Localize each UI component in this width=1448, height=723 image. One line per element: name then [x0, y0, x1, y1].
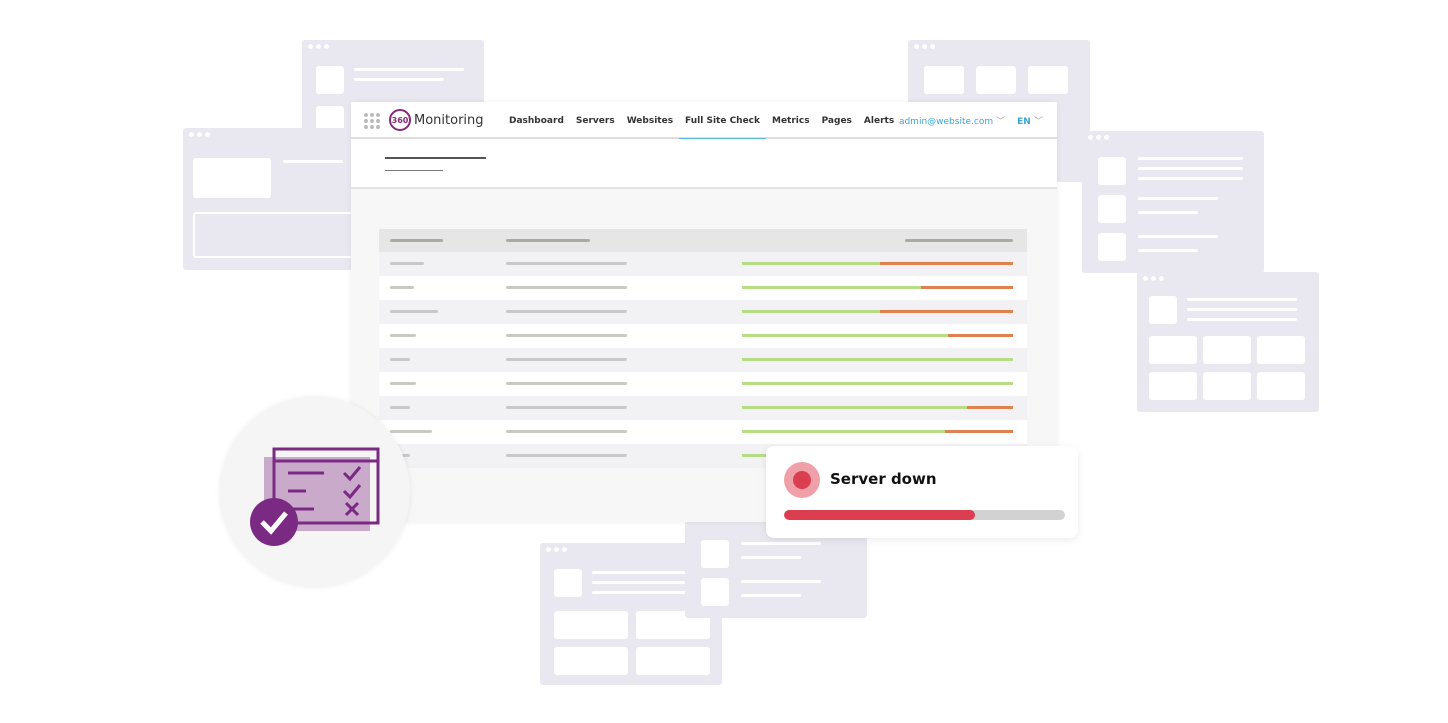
alert-progress	[784, 510, 1065, 520]
status-bar	[742, 430, 1013, 433]
nav-websites[interactable]: Websites	[621, 102, 679, 139]
nav-dashboard[interactable]: Dashboard	[503, 102, 570, 139]
table-body	[379, 252, 1027, 468]
nav-full-site-check[interactable]: Full Site Check	[679, 102, 766, 141]
cell-placeholder	[506, 286, 627, 289]
cell-placeholder	[506, 430, 627, 433]
chevron-down-icon: ﹀	[1033, 117, 1043, 127]
language-label: EN	[1017, 117, 1031, 127]
cell-placeholder	[506, 358, 627, 361]
bg-window	[183, 128, 358, 270]
top-nav: 360 Monitoring Dashboard Servers Websites…	[351, 102, 1057, 141]
chevron-down-icon: ﹀	[995, 117, 1005, 127]
status-bar	[742, 262, 1013, 265]
status-ok-segment	[742, 430, 946, 433]
status-fail-segment	[945, 430, 1013, 433]
user-email: admin@website.com	[898, 117, 994, 127]
cell-placeholder	[506, 310, 627, 313]
status-bar	[742, 334, 1013, 337]
status-fail-segment	[920, 286, 1013, 289]
cell-placeholder	[390, 334, 416, 337]
alert-title: Server down	[830, 470, 937, 488]
table-row[interactable]	[379, 420, 1027, 444]
nav-alerts[interactable]: Alerts	[858, 102, 900, 139]
user-menu[interactable]: admin@website.com ﹀	[899, 114, 1005, 127]
header-placeholder	[905, 239, 1013, 242]
alert-progress-fill	[784, 510, 976, 520]
cell-placeholder	[506, 454, 627, 457]
logo-text: Monitoring	[414, 112, 484, 128]
feature-badge	[220, 397, 410, 587]
status-bar	[742, 358, 1013, 361]
table-row[interactable]	[379, 372, 1027, 396]
cell-placeholder	[390, 358, 410, 361]
status-fail-segment	[880, 262, 1013, 265]
status-dot-icon	[784, 462, 820, 498]
status-ok-segment	[742, 310, 881, 313]
status-fail-segment	[966, 406, 1013, 409]
alert-toast[interactable]: Server down	[766, 446, 1078, 538]
nav-metrics[interactable]: Metrics	[766, 102, 816, 139]
bg-window	[1137, 272, 1319, 412]
status-ok-segment	[742, 262, 881, 265]
results-table	[379, 229, 1027, 468]
cell-placeholder	[390, 286, 414, 289]
cell-placeholder	[390, 262, 424, 265]
logo[interactable]: 360 Monitoring	[389, 109, 484, 131]
table-row[interactable]	[379, 276, 1027, 300]
status-bar	[742, 310, 1013, 313]
status-bar	[742, 406, 1013, 409]
page-header	[351, 139, 1057, 189]
bg-window	[1082, 131, 1264, 273]
header-placeholder	[506, 239, 590, 242]
cell-placeholder	[506, 406, 627, 409]
title-placeholder	[385, 157, 486, 159]
status-ok-segment	[742, 358, 1013, 361]
table-header	[379, 229, 1027, 252]
cell-placeholder	[506, 334, 627, 337]
language-select[interactable]: EN ﹀	[1017, 114, 1043, 127]
main-menu: Dashboard Servers Websites Full Site Che…	[503, 102, 900, 141]
status-ok-segment	[742, 286, 921, 289]
nav-pages[interactable]: Pages	[816, 102, 858, 139]
status-fail-segment	[947, 334, 1013, 337]
cell-placeholder	[506, 262, 627, 265]
status-fail-segment	[880, 310, 1013, 313]
logo-badge: 360	[389, 109, 411, 131]
table-row[interactable]	[379, 324, 1027, 348]
apps-grid-icon[interactable]	[364, 113, 380, 129]
cell-placeholder	[390, 382, 416, 385]
status-ok-segment	[742, 382, 1013, 385]
cell-placeholder	[506, 382, 627, 385]
cell-placeholder	[390, 310, 438, 313]
status-bar	[742, 286, 1013, 289]
status-ok-segment	[742, 334, 948, 337]
checklist-window-check-icon	[250, 447, 380, 546]
table-row[interactable]	[379, 300, 1027, 324]
status-bar	[742, 382, 1013, 385]
subtitle-placeholder	[385, 170, 443, 171]
nav-servers[interactable]: Servers	[570, 102, 621, 139]
table-row[interactable]	[379, 252, 1027, 276]
table-row[interactable]	[379, 396, 1027, 420]
status-ok-segment	[742, 406, 967, 409]
table-row[interactable]	[379, 348, 1027, 372]
header-placeholder	[390, 239, 443, 242]
